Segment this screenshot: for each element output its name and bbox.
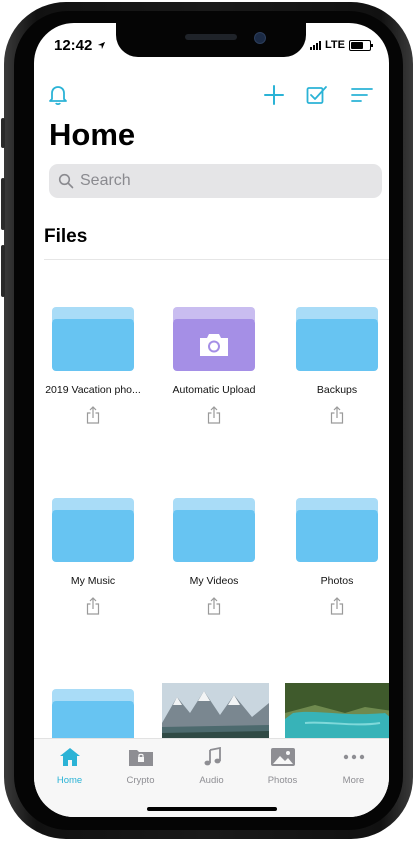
music-note-icon: [204, 746, 221, 766]
share-button[interactable]: [278, 406, 389, 424]
folder-tile[interactable]: My Music: [34, 498, 152, 615]
share-icon: [86, 406, 100, 424]
volume-down-button: [1, 245, 5, 297]
share-button[interactable]: [278, 597, 389, 615]
section-divider: [44, 259, 389, 260]
add-button[interactable]: [260, 81, 288, 109]
share-icon: [207, 406, 221, 424]
camera-icon: [200, 334, 228, 356]
files-section-title: Files: [44, 226, 88, 247]
lock-folder-icon: [128, 750, 153, 766]
folder-name: Automatic Upload: [172, 384, 256, 396]
folder-name: My Videos: [189, 575, 239, 587]
folder-tile[interactable]: Photos: [278, 498, 389, 615]
top-toolbar: [34, 81, 389, 111]
folder-name: My Music: [70, 575, 116, 587]
folder-icon: [52, 307, 134, 371]
home-indicator[interactable]: [147, 807, 277, 811]
search-icon: [58, 173, 74, 189]
share-icon: [330, 597, 344, 615]
select-button[interactable]: [303, 81, 331, 109]
sort-lines-icon: [351, 88, 373, 102]
battery-icon: [349, 39, 373, 51]
volume-up-button: [1, 178, 5, 230]
front-camera: [254, 32, 266, 44]
carrier-label: LTE: [325, 39, 345, 51]
notch: [116, 23, 306, 57]
tab-more[interactable]: More: [318, 747, 389, 786]
folder-icon: [296, 307, 378, 371]
folder-tile[interactable]: 2019 Vacation pho...: [34, 307, 152, 424]
photo-thumbnail-mountain-lake[interactable]: [162, 683, 269, 743]
home-icon: [59, 748, 80, 766]
tab-label: Crypto: [126, 775, 155, 786]
more-dots-icon: [343, 754, 364, 760]
folder-name: Photos: [320, 575, 354, 587]
share-button[interactable]: [155, 597, 273, 615]
folder-tile[interactable]: My Videos: [155, 498, 273, 615]
turquoise-lake-image: [285, 683, 389, 743]
plus-icon: [264, 85, 284, 105]
folder-icon: [173, 498, 255, 562]
folder-icon: [296, 498, 378, 562]
folder-tile[interactable]: Automatic Upload: [155, 307, 273, 424]
search-placeholder: Search: [80, 172, 131, 189]
checkbox-select-icon: [306, 86, 327, 104]
search-input[interactable]: Search: [49, 164, 382, 198]
share-icon: [86, 597, 100, 615]
speaker: [185, 34, 237, 40]
share-icon: [207, 597, 221, 615]
mountain-lake-image: [162, 683, 269, 743]
photo-icon: [270, 748, 295, 766]
page-title: Home: [49, 117, 136, 152]
folder-name: 2019 Vacation pho...: [45, 384, 141, 396]
status-indicators: LTE: [310, 39, 373, 51]
share-button[interactable]: [34, 597, 152, 615]
tab-label: More: [342, 775, 365, 786]
share-icon: [330, 406, 344, 424]
tab-label: Audio: [199, 775, 224, 786]
bell-icon: [49, 86, 67, 106]
tab-audio[interactable]: Audio: [176, 746, 247, 786]
folder-icon: [52, 498, 134, 562]
folder-tile[interactable]: Backups: [278, 307, 389, 424]
tab-label: Photos: [267, 775, 298, 786]
photo-thumbnail-turquoise-lake[interactable]: [285, 683, 389, 743]
tab-home[interactable]: Home: [34, 747, 105, 786]
share-button[interactable]: [155, 406, 273, 424]
signal-icon: [310, 40, 322, 50]
app-screen: 12:42 LTE Home Search Files 2019 Vacatio…: [34, 23, 389, 817]
mute-switch: [1, 118, 5, 148]
status-time: 12:42: [54, 37, 106, 54]
folder-name: Backups: [316, 384, 358, 396]
location-arrow-icon: [97, 41, 105, 50]
notifications-button[interactable]: [44, 81, 72, 109]
tab-photos[interactable]: Photos: [247, 747, 318, 786]
sort-button[interactable]: [348, 81, 376, 109]
camera-folder-icon: [173, 307, 255, 371]
share-button[interactable]: [34, 406, 152, 424]
tab-crypto[interactable]: Crypto: [105, 747, 176, 786]
tab-label: Home: [56, 775, 83, 786]
bottom-tab-bar: Home Crypto Audio Photos More: [34, 738, 389, 817]
